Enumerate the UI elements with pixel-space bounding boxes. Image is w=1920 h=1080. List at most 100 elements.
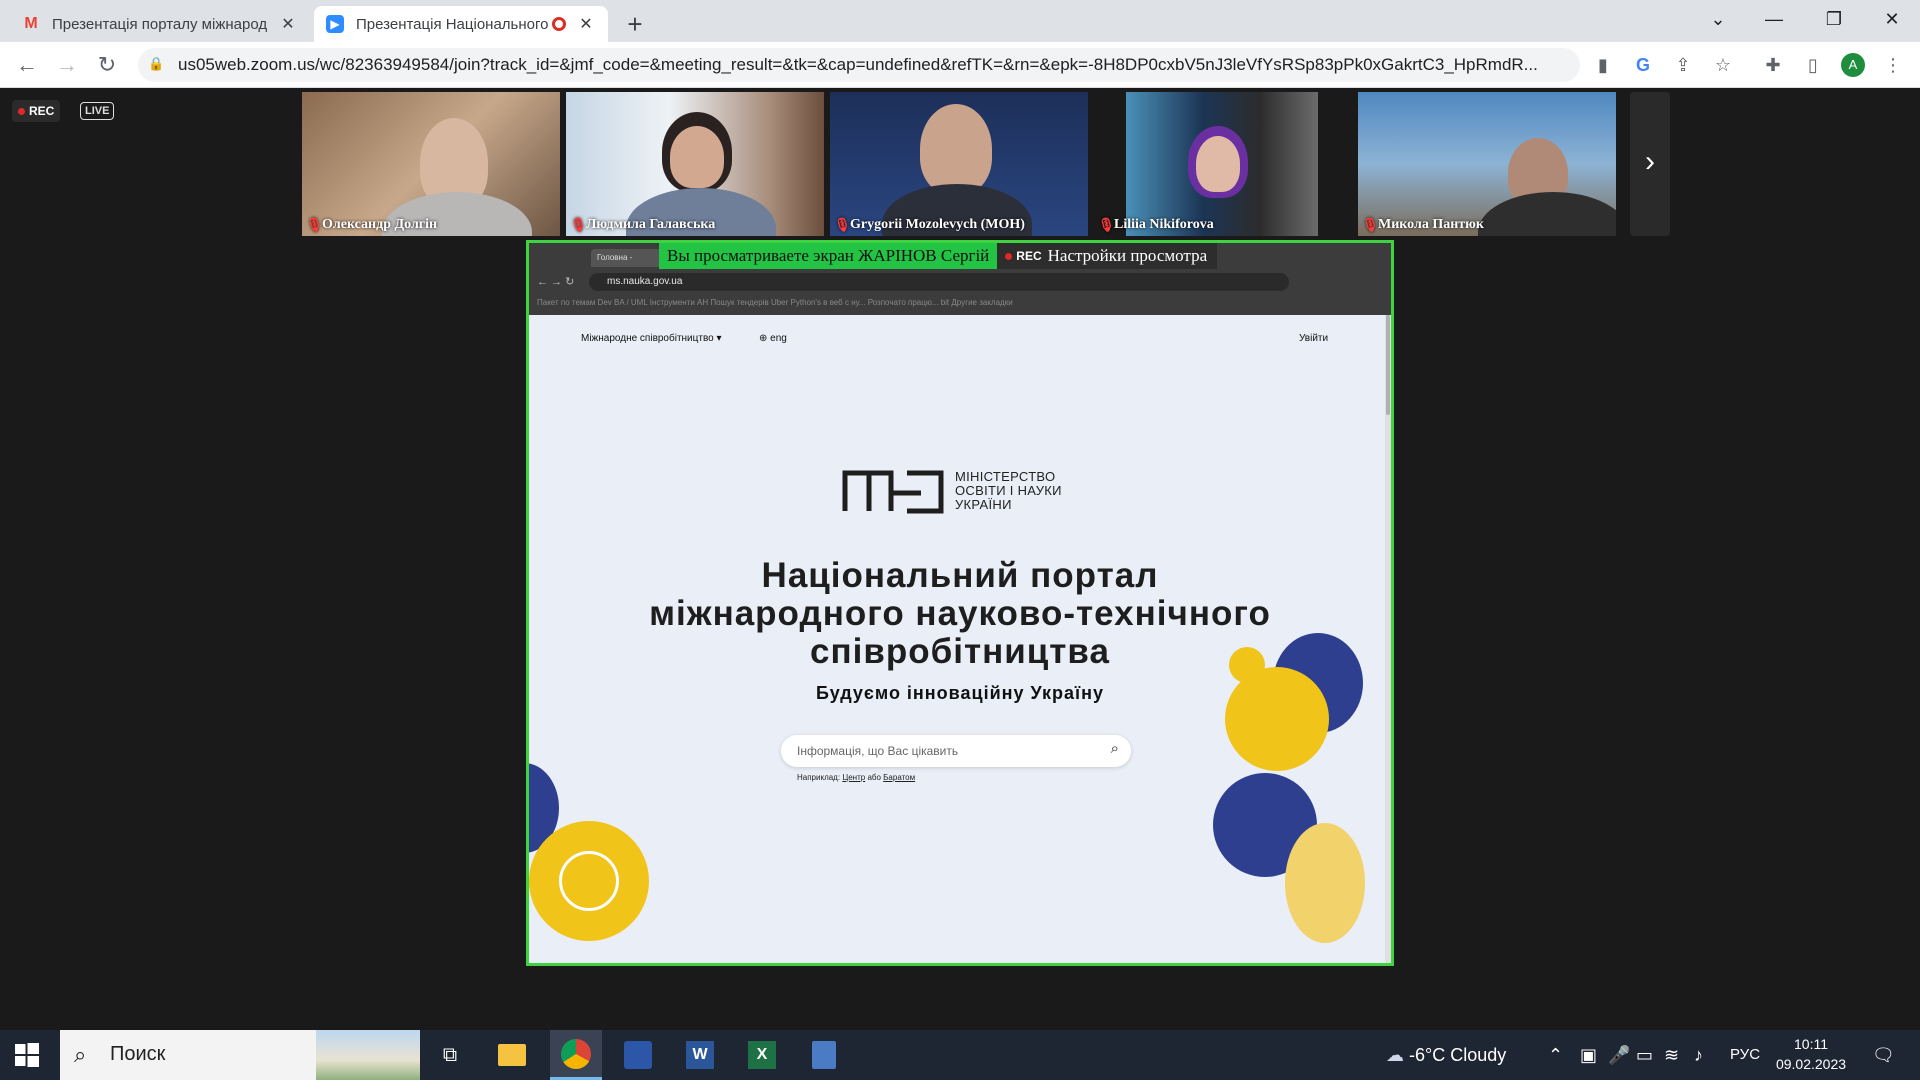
search-icon: ⌕ [1110, 740, 1119, 757]
search-highlight-image [316, 1030, 420, 1080]
share-icon[interactable]: ⇪ [1670, 52, 1696, 78]
menu-icon[interactable]: ⋮ [1880, 52, 1906, 78]
participant-face [1196, 136, 1240, 192]
search-label: Поиск [110, 1043, 166, 1065]
word-icon[interactable]: W [674, 1030, 726, 1080]
clock[interactable]: 10:11 09.02.2023 [1772, 1034, 1850, 1074]
gmail-icon: M [24, 15, 38, 32]
shared-bookmarks: Пакет по темам Dev BA / UML Інструменти … [537, 298, 1013, 307]
microphone-icon[interactable]: 🎤 [1608, 1030, 1630, 1080]
notifications-icon[interactable]: 🗨 [1872, 1030, 1895, 1080]
excel-icon[interactable]: X [736, 1030, 788, 1080]
mon-logo-icon [842, 470, 944, 514]
calculator-icon[interactable] [798, 1030, 850, 1080]
close-icon[interactable]: ✕ [278, 14, 298, 34]
url-text: us05web.zoom.us/wc/82363949584/join?trac… [178, 55, 1538, 74]
tab-strip: M Презентація порталу міжнарод ✕ ▶ Презе… [0, 0, 1920, 42]
recording-icon [552, 17, 566, 31]
volume-icon[interactable]: ♪ [1694, 1030, 1703, 1080]
participant-tile[interactable]: 🎙 Олександр Долгін [302, 92, 560, 236]
participant-tile[interactable]: 🎙 Liliia Nikiforova [1094, 92, 1352, 236]
share-message: Вы просматриваете экран ЖАРІНОВ Сергій [659, 243, 998, 269]
participant-tile[interactable]: 🎙 Микола Пантюк [1358, 92, 1616, 236]
file-explorer-icon[interactable] [486, 1030, 538, 1080]
headline-line: Національний портал [761, 556, 1159, 595]
rocket-icon [1285, 823, 1365, 943]
side-panel-icon[interactable]: ▯ [1800, 52, 1826, 78]
zoom-meeting: REC LIVE 🎙 Олександр Долгін 🎙 Людмила Гала… [0, 88, 1920, 1030]
task-view-icon[interactable]: ⧉ [424, 1030, 476, 1080]
forward-icon[interactable]: → [52, 50, 82, 80]
muted-mic-icon: 🎙 [1362, 217, 1379, 232]
view-settings-button[interactable]: Настройки просмотра [1045, 243, 1218, 269]
taskbar-search[interactable]: ⌕ Поиск [60, 1030, 420, 1080]
headline-line: міжнародного науково-технічного [649, 594, 1271, 633]
shared-url: ms.nauka.gov.ua [589, 273, 1289, 291]
battery-icon[interactable]: ▭ [1636, 1030, 1653, 1080]
cloud-icon: ☁ [1386, 1045, 1410, 1065]
zoom-icon: ▶ [326, 15, 344, 33]
muted-mic-icon: 🎙 [834, 217, 851, 232]
restore-icon[interactable]: ❐ [1806, 0, 1862, 38]
logo-line: ОСВІТИ І НАУКИ [955, 483, 1062, 498]
windows-start-icon[interactable] [14, 1042, 40, 1068]
muted-mic-icon: 🎙 [1098, 217, 1115, 232]
bookmark-star-icon[interactable]: ☆ [1710, 52, 1736, 78]
rec-label: REC [1016, 249, 1042, 263]
participant-tile[interactable]: 🎙 Grygorii Mozolevych (МОН) [830, 92, 1088, 236]
name-text: Микола Пантюк [1378, 217, 1484, 232]
lang-text: eng [770, 333, 787, 344]
lock-icon: 🔒 [148, 56, 165, 71]
participant-name: 🎙 Олександр Долгін [306, 217, 437, 233]
site-search-input: Інформація, що Вас цікавить ⌕ [781, 735, 1131, 767]
google-translate-icon[interactable]: G [1630, 52, 1656, 78]
site-menu: Міжнародне співробітництво ▾ [581, 333, 722, 344]
toolbar: ← → ↻ 🔒 us05web.zoom.us/wc/82363949584/j… [0, 42, 1920, 88]
decor-ring [559, 851, 619, 911]
participant-tile[interactable]: 🎙 Людмила Галавська [566, 92, 824, 236]
rec-dot-icon [18, 108, 25, 115]
site-login: Увійти [1299, 333, 1329, 344]
profile-avatar[interactable]: A [1841, 53, 1865, 77]
site-lang: ⊕ eng [759, 333, 787, 344]
language-indicator[interactable]: РУС [1730, 1030, 1760, 1080]
tab-search-icon[interactable]: ⌄ [1690, 0, 1746, 38]
muted-mic-icon: 🎙 [306, 217, 323, 232]
extensions-icon[interactable]: ✚ [1760, 52, 1786, 78]
shared-scrollbar [1385, 315, 1391, 963]
back-icon[interactable]: ← [12, 50, 42, 80]
name-text: Людмила Галавська [586, 217, 716, 232]
weather-widget[interactable]: ☁ -6°C Cloudy [1386, 1030, 1506, 1080]
close-icon[interactable]: ✕ [576, 14, 596, 34]
share-rec: REC [997, 243, 1046, 269]
meet-now-icon[interactable]: ▣ [1580, 1030, 1597, 1080]
wifi-icon[interactable]: ≋ [1664, 1030, 1679, 1080]
camera-icon[interactable]: ▮ [1590, 52, 1616, 78]
ministry-logo: МІНІСТЕРСТВО ОСВІТИ І НАУКИ УКРАЇНИ [841, 467, 1062, 515]
hint-link: Баратом [883, 773, 916, 782]
reload-icon[interactable]: ↻ [92, 50, 122, 80]
logo-line: МІНІСТЕРСТВО [955, 469, 1056, 484]
participant-name: 🎙 Людмила Галавська [570, 217, 715, 233]
logo-text: МІНІСТЕРСТВО ОСВІТИ І НАУКИ УКРАЇНИ [955, 470, 1062, 512]
tab-zoom[interactable]: ▶ Презентація Національного ✕ [314, 6, 608, 42]
next-page-button[interactable]: › [1630, 92, 1670, 236]
bulb-icon [1225, 667, 1329, 771]
participant-face [920, 104, 992, 194]
name-text: Олександр Долгін [322, 217, 438, 232]
clock-date: 09.02.2023 [1775, 1056, 1847, 1072]
tab-title: Презентація порталу міжнарод [52, 15, 268, 33]
logo-line: УКРАЇНИ [955, 497, 1012, 512]
weather-text: -6°C Cloudy [1409, 1045, 1507, 1065]
minimize-icon[interactable]: — [1746, 0, 1802, 38]
close-window-icon[interactable]: ✕ [1864, 0, 1920, 38]
tray-chevron-icon[interactable]: ⌃ [1548, 1030, 1563, 1080]
search-hint: Наприклад: Центр або Баратом [797, 773, 915, 782]
tab-gmail[interactable]: M Презентація порталу міжнарод ✕ [10, 6, 310, 42]
chrome-icon[interactable] [550, 1030, 602, 1080]
participant-name: 🎙 Liliia Nikiforova [1098, 217, 1214, 233]
name-text: Liliia Nikiforova [1114, 217, 1214, 232]
save-app-icon[interactable] [612, 1030, 664, 1080]
new-tab-button[interactable]: + [618, 8, 652, 42]
address-bar[interactable]: 🔒 us05web.zoom.us/wc/82363949584/join?tr… [138, 48, 1580, 82]
